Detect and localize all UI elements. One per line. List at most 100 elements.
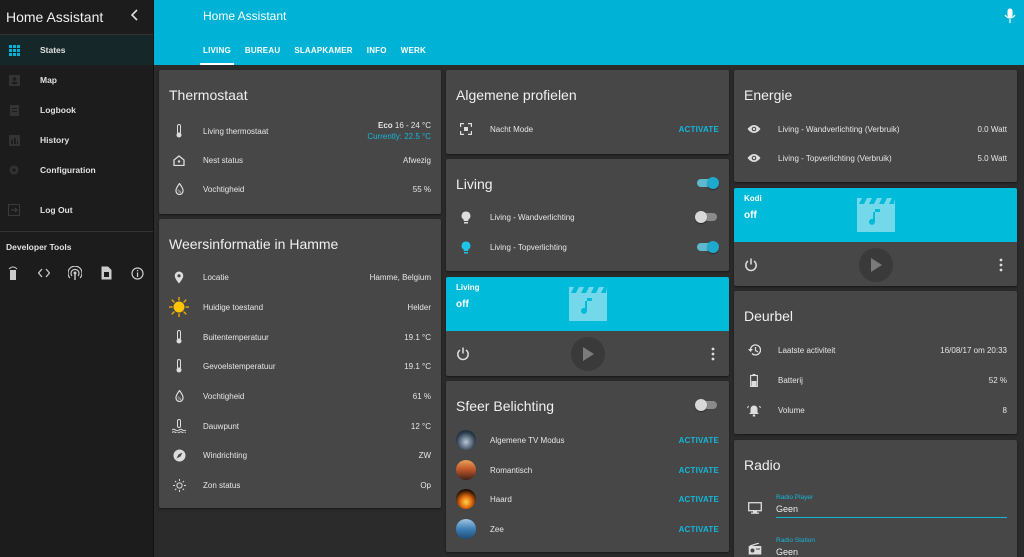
deurbel-card: Deurbel Laatste activiteit 16/08/17 om 2… [734,291,1017,434]
row-label: Volume [778,405,805,415]
sun-icon [169,297,189,317]
row-value: Hamme, Belgium [369,272,431,282]
lightbulb-icon [456,237,476,257]
field-value: Geen [776,547,799,557]
row-label: Living - Topverlichting [490,242,567,252]
sidebar-item-history[interactable]: History [0,125,153,155]
row-label: Locatie [203,272,229,282]
scene-row[interactable]: Algemene TV Modus ACTIVATE [456,429,719,451]
topverlichting-row[interactable]: Living - Topverlichting [456,236,719,258]
row-value: Helder [407,302,431,312]
play-button[interactable] [570,337,605,371]
eye-icon [744,148,764,168]
sidebar-item-logout[interactable]: Log Out [0,195,153,225]
card-title: Sfeer Belichting [456,398,555,414]
row-label: Buitentemperatuur [203,332,269,342]
huidige-toestand-row[interactable]: Huidige toestand Helder [169,296,431,318]
nacht-mode-row[interactable]: Nacht Mode ACTIVATE [456,118,719,140]
row-label: Vochtigheid [203,391,245,401]
radio-player-field[interactable]: Radio Player Geen [776,494,1007,518]
row-label: Vochtigheid [203,184,245,194]
batterij-row[interactable]: Batterij 52 % [744,369,1007,391]
living-media-card: Living off [446,277,729,376]
tab-werk[interactable]: WERK [394,36,433,65]
sunset-scene-avatar [456,460,476,480]
compass-icon [169,445,189,465]
gevoelstemperatuur-row[interactable]: Gevoelstemperatuur 19.1 °C [169,355,431,377]
energie-row[interactable]: Living - Wandverlichting (Verbruik) 0.0 … [744,118,1007,140]
media-controls [734,242,1017,286]
media-header: Kodi off [734,188,1017,242]
dauwpunt-row[interactable]: Dauwpunt 12 °C [169,415,431,437]
sfeer-master-toggle[interactable] [695,398,719,412]
row-label: Gevoelstemperatuur [203,361,276,371]
vochtigheid-row[interactable]: % Vochtigheid 61 % [169,385,431,407]
energie-row[interactable]: Living - Topverlichting (Verbruik) 5.0 W… [744,147,1007,169]
media-header: Living off [446,277,729,331]
fullscreen-icon [456,119,476,139]
scene-row[interactable]: Romantisch ACTIVATE [456,459,719,481]
row-label: Romantisch [490,465,533,475]
row-label: Algemene TV Modus [490,435,565,445]
more-vert-icon[interactable] [999,258,1005,272]
sidebar-item-label: Logbook [40,105,76,115]
broadcast-icon[interactable] [68,266,82,280]
power-icon[interactable] [456,347,470,361]
row-value: 61 % [412,391,431,401]
bell-ring-icon [744,400,764,420]
activate-button[interactable]: ACTIVATE [679,466,719,475]
microphone-icon[interactable] [1004,8,1016,24]
topverlichting-toggle[interactable] [695,240,719,254]
row-label: Nest status [203,155,244,165]
energie-card: Energie Living - Wandverlichting (Verbru… [734,70,1017,182]
field-underline [776,517,1007,518]
kodi-media-card: Kodi off [734,188,1017,286]
vochtigheid-row[interactable]: % Vochtigheid 55 % [169,178,431,200]
scene-row[interactable]: Haard ACTIVATE [456,488,719,510]
tab-info[interactable]: INFO [360,36,394,65]
chevron-left-icon[interactable] [125,8,145,26]
sidebar-item-states[interactable]: States [0,35,153,65]
sidebar-item-configuration[interactable]: Configuration [0,155,153,185]
radio-station-field[interactable]: Radio Station Geen [776,537,1007,557]
activate-button[interactable]: ACTIVATE [679,436,719,445]
nest-status-row[interactable]: Nest status Afwezig [169,149,431,171]
tab-slaapkamer[interactable]: SLAAPKAMER [287,36,359,65]
zon-status-row[interactable]: Zon status Op [169,474,431,496]
locatie-row[interactable]: Locatie Hamme, Belgium [169,266,431,288]
sidebar-item-logbook[interactable]: Logbook [0,95,153,125]
thermostat-row[interactable]: Living thermostaat Eco 16 - 24 °C Curren… [169,118,431,144]
tv-scene-avatar [456,430,476,450]
activate-button[interactable]: ACTIVATE [679,495,719,504]
sidebar-item-map[interactable]: Map [0,65,153,95]
row-label: Living - Wandverlichting (Verbruik) [778,124,900,134]
developer-tools-icons [0,260,150,286]
windrichting-row[interactable]: Windrichting ZW [169,444,431,466]
scene-row[interactable]: Zee ACTIVATE [456,518,719,540]
activate-button[interactable]: ACTIVATE [679,525,719,534]
sidebar: Home Assistant States Map Logbook Histor… [0,0,154,557]
wandverlichting-row[interactable]: Living - Wandverlichting [456,206,719,228]
row-value: 19.1 °C [404,332,431,342]
info-icon[interactable] [130,266,144,280]
more-vert-icon[interactable] [711,347,717,361]
laatste-activiteit-row[interactable]: Laatste activiteit 16/08/17 om 20:33 [744,339,1007,361]
activate-button[interactable]: ACTIVATE [679,125,719,134]
file-template-icon[interactable] [99,266,113,280]
tab-living[interactable]: LIVING [196,36,238,65]
power-icon[interactable] [744,258,758,272]
radio-card: Radio Radio Player Geen Radio Station Ge… [734,440,1017,557]
wandverlichting-toggle[interactable] [695,210,719,224]
buitentemperatuur-row[interactable]: Buitentemperatuur 19.1 °C [169,326,431,348]
view-tabs: LIVING BUREAU SLAAPKAMER INFO WERK [196,36,433,65]
living-master-toggle[interactable] [695,176,719,190]
card-title: Weersinformatie in Hamme [169,236,339,252]
fireplace-scene-avatar [456,489,476,509]
remote-icon[interactable] [6,266,20,280]
volume-row[interactable]: Volume 8 [744,399,1007,421]
tab-bureau[interactable]: BUREAU [238,36,287,65]
play-button[interactable] [858,248,893,282]
media-player-state: off [744,210,757,221]
code-icon[interactable] [37,266,51,280]
row-label: Zee [490,524,504,534]
